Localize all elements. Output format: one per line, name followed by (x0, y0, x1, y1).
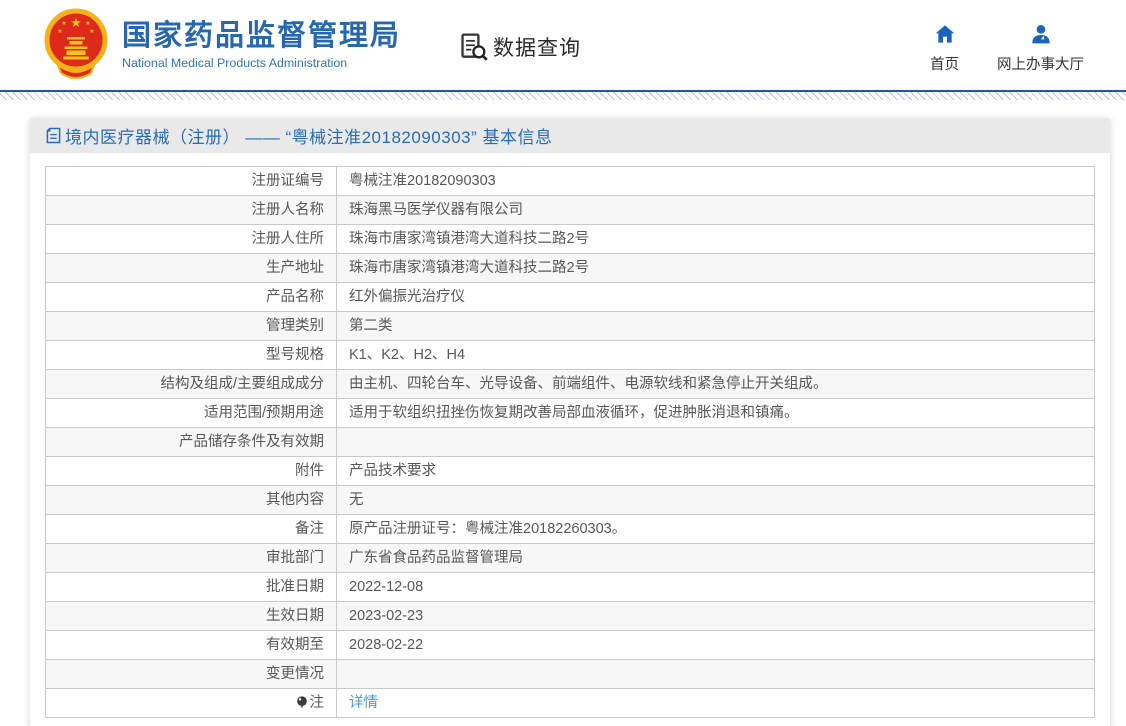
home-icon (934, 24, 956, 44)
site-logo[interactable]: ★ ★ ★ ★ ★ 国家药品监督管理局 National Medical Pro… (40, 7, 401, 83)
row-label: 产品储存条件及有效期 (46, 428, 337, 457)
table-row: 适用范围/预期用途适用于软组织扭挫伤恢复期改善局部血液循环，促进肿胀消退和镇痛。 (46, 399, 1095, 428)
row-value: 2022-12-08 (337, 573, 1095, 602)
row-value: 2023-02-23 (337, 602, 1095, 631)
row-value: 粤械注准20182090303 (337, 167, 1095, 196)
site-header: ★ ★ ★ ★ ★ 国家药品监督管理局 National Medical Pro… (0, 0, 1126, 90)
table-row: 其他内容无 (46, 486, 1095, 515)
data-query-nav[interactable]: 数据查询 (459, 32, 581, 62)
table-row: 有效期至2028-02-22 (46, 631, 1095, 660)
table-row: 注册证编号粤械注准20182090303 (46, 167, 1095, 196)
table-row: 备注原产品注册证号：粤械注准20182260303。 (46, 515, 1095, 544)
page-title-bar: 境内医疗器械（注册） —— “粤械注准20182090303” 基本信息 (30, 118, 1110, 153)
table-row: 产品名称红外偏振光治疗仪 (46, 283, 1095, 312)
user-icon (1030, 24, 1052, 44)
row-label: 注册证编号 (46, 167, 337, 196)
row-label: 结构及组成/主要组成成分 (46, 370, 337, 399)
row-value: 广东省食品药品监督管理局 (337, 544, 1095, 573)
svg-text:★: ★ (70, 15, 82, 30)
row-value: 详情 (337, 689, 1095, 718)
table-row: 审批部门广东省食品药品监督管理局 (46, 544, 1095, 573)
org-name-en: National Medical Products Administration (122, 56, 401, 70)
row-label: 注 (46, 689, 337, 718)
row-label: 注册人名称 (46, 196, 337, 225)
details-link[interactable]: 详情 (349, 695, 378, 711)
row-value: 红外偏振光治疗仪 (337, 283, 1095, 312)
row-value: 适用于软组织扭挫伤恢复期改善局部血液循环，促进肿胀消退和镇痛。 (337, 399, 1095, 428)
row-value (337, 660, 1095, 689)
nav-home[interactable]: 首页 (930, 24, 959, 74)
row-value: 产品技术要求 (337, 457, 1095, 486)
header-divider-hatch (0, 92, 1126, 100)
table-row: 批准日期2022-12-08 (46, 573, 1095, 602)
table-row: 管理类别第二类 (46, 312, 1095, 341)
row-value (337, 428, 1095, 457)
row-label: 生效日期 (46, 602, 337, 631)
nav-home-label: 首页 (930, 53, 959, 74)
document-icon (46, 127, 61, 144)
row-value: 珠海黑马医学仪器有限公司 (337, 196, 1095, 225)
row-label: 注册人住所 (46, 225, 337, 254)
row-label: 管理类别 (46, 312, 337, 341)
row-label: 型号规格 (46, 341, 337, 370)
row-label: 产品名称 (46, 283, 337, 312)
row-value: 原产品注册证号：粤械注准20182260303。 (337, 515, 1095, 544)
row-label: 变更情况 (46, 660, 337, 689)
row-value: 由主机、四轮台车、光导设备、前端组件、电源软线和紧急停止开关组成。 (337, 370, 1095, 399)
org-names: 国家药品监督管理局 National Medical Products Admi… (122, 20, 401, 70)
page-title: 境内医疗器械（注册） —— “粤械注准20182090303” 基本信息 (65, 123, 553, 148)
top-nav: 首页 网上办事大厅 (930, 24, 1084, 74)
svg-text:★: ★ (61, 20, 66, 27)
row-value: 第二类 (337, 312, 1095, 341)
row-label: 批准日期 (46, 573, 337, 602)
table-row: 结构及组成/主要组成成分由主机、四轮台车、光导设备、前端组件、电源软线和紧急停止… (46, 370, 1095, 399)
org-name-cn: 国家药品监督管理局 (122, 20, 401, 53)
svg-text:★: ★ (89, 28, 94, 35)
data-query-label: 数据查询 (493, 32, 581, 62)
row-label: 附件 (46, 457, 337, 486)
nav-online-hall-label: 网上办事大厅 (997, 53, 1084, 74)
document-search-icon (459, 32, 489, 62)
table-row: 变更情况 (46, 660, 1095, 689)
row-label: 适用范围/预期用途 (46, 399, 337, 428)
table-row: 生产地址珠海市唐家湾镇港湾大道科技二路2号 (46, 254, 1095, 283)
table-row: 附件产品技术要求 (46, 457, 1095, 486)
content-panel: 境内医疗器械（注册） —— “粤械注准20182090303” 基本信息 注册证… (30, 118, 1110, 726)
row-value: 无 (337, 486, 1095, 515)
row-label: 备注 (46, 515, 337, 544)
row-value: K1、K2、H2、H4 (337, 341, 1095, 370)
svg-text:★: ★ (57, 28, 62, 35)
nav-online-hall[interactable]: 网上办事大厅 (997, 24, 1084, 74)
table-row: 生效日期2023-02-23 (46, 602, 1095, 631)
row-label: 其他内容 (46, 486, 337, 515)
table-row: 产品储存条件及有效期 (46, 428, 1095, 457)
svg-text:★: ★ (85, 20, 90, 27)
registration-info-table: 注册证编号粤械注准20182090303注册人名称珠海黑马医学仪器有限公司注册人… (45, 166, 1095, 718)
row-label: 生产地址 (46, 254, 337, 283)
row-label: 有效期至 (46, 631, 337, 660)
row-value: 2028-02-22 (337, 631, 1095, 660)
table-row: 注册人名称珠海黑马医学仪器有限公司 (46, 196, 1095, 225)
table-row: 注详情 (46, 689, 1095, 718)
table-row: 注册人住所珠海市唐家湾镇港湾大道科技二路2号 (46, 225, 1095, 254)
national-emblem-icon: ★ ★ ★ ★ ★ (40, 7, 112, 83)
row-value: 珠海市唐家湾镇港湾大道科技二路2号 (337, 254, 1095, 283)
row-value: 珠海市唐家湾镇港湾大道科技二路2号 (337, 225, 1095, 254)
table-wrap: 注册证编号粤械注准20182090303注册人名称珠海黑马医学仪器有限公司注册人… (30, 153, 1110, 726)
note-balloon-icon (296, 696, 308, 709)
info-table-body: 注册证编号粤械注准20182090303注册人名称珠海黑马医学仪器有限公司注册人… (46, 167, 1095, 718)
table-row: 型号规格K1、K2、H2、H4 (46, 341, 1095, 370)
row-label: 审批部门 (46, 544, 337, 573)
